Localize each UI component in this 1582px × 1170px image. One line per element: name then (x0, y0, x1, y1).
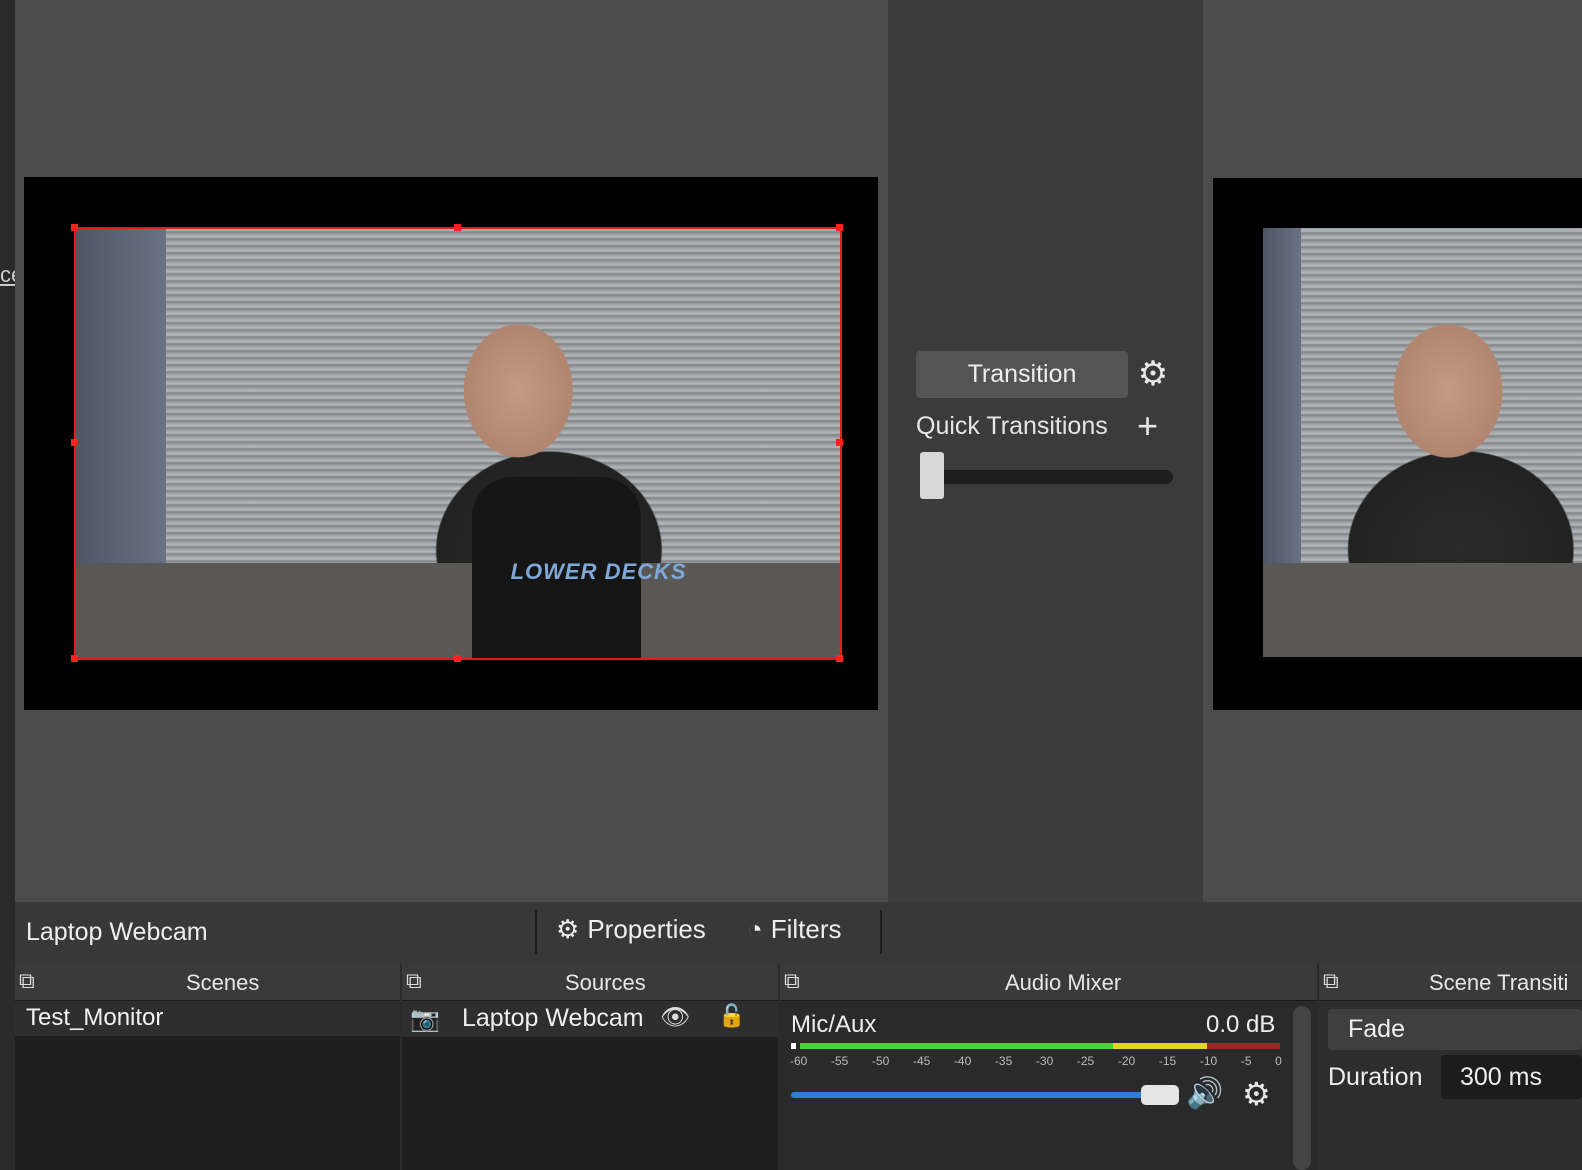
transition-slider-handle[interactable] (920, 452, 944, 499)
meter-tick-label: -55 (830, 1054, 849, 1068)
toolbar-divider (880, 910, 882, 954)
meter-tick-label: -40 (953, 1054, 972, 1068)
meter-tick-label: -45 (912, 1054, 931, 1068)
meter-tick-label: -15 (1158, 1054, 1177, 1068)
audio-mixer-title: Audio Mixer (1005, 970, 1122, 995)
scenes-dock-header: ⧉ Scenes (15, 964, 400, 1001)
speaker-icon[interactable]: 🔊 (1186, 1076, 1223, 1111)
filters-icon: ◔ (747, 914, 763, 944)
meter-tick-label: 0 (1275, 1054, 1282, 1068)
mixer-channel-name: Mic/Aux (791, 1011, 877, 1038)
meter-tick-label: -35 (994, 1054, 1013, 1068)
resize-handle-br[interactable] (836, 655, 843, 662)
resize-handle-b[interactable] (454, 655, 461, 662)
transition-select[interactable]: Fade (1328, 1009, 1582, 1050)
dock-float-icon[interactable]: ⧉ (1323, 968, 1339, 994)
scene-item[interactable]: Test_Monitor (15, 1001, 400, 1036)
transition-select-value: Fade (1348, 1015, 1405, 1043)
program-webcam-image (1263, 228, 1582, 657)
resize-handle-t[interactable] (454, 224, 461, 231)
volume-slider-track[interactable] (791, 1092, 1161, 1098)
gear-icon[interactable]: ⚙ (1136, 357, 1170, 391)
resize-handle-bl[interactable] (71, 655, 78, 662)
meter-ticks: -60 -55 -50 -45 -40 -35 -30 -25 -20 -15 -10 -5 0 (790, 1050, 1282, 1072)
meter-tick-label: -10 (1199, 1054, 1218, 1068)
meter-peak-marker (791, 1043, 796, 1049)
left-edge-panel: ce (0, 0, 23, 905)
eye-icon[interactable]: 👁 (660, 1003, 690, 1032)
meter-tick-label: -25 (1076, 1054, 1095, 1068)
resize-handle-r[interactable] (836, 439, 843, 446)
duration-value: 300 ms (1460, 1063, 1542, 1091)
selected-source-name: Laptop Webcam (26, 918, 208, 946)
scene-transitions-dock-header: ⧉ Scene Transiti (1319, 964, 1582, 1001)
transition-slider-track[interactable] (920, 470, 1173, 484)
mixer-scrollbar[interactable] (1293, 1006, 1311, 1170)
scenes-title: Scenes (186, 970, 260, 995)
lock-icon[interactable]: 🔓 (718, 1003, 745, 1029)
meter-tick-label: -30 (1035, 1054, 1054, 1068)
sources-title: Sources (565, 970, 646, 995)
dock-float-icon[interactable]: ⧉ (784, 968, 800, 994)
volume-slider-handle[interactable] (1141, 1085, 1179, 1105)
resize-handle-tr[interactable] (836, 224, 843, 231)
audio-mixer-dock-header: ⧉ Audio Mixer (780, 964, 1317, 1001)
meter-tick-label: -60 (790, 1054, 808, 1068)
filters-label: Filters (770, 914, 842, 944)
resize-handle-l[interactable] (71, 439, 78, 446)
transition-button[interactable]: Transition (916, 351, 1128, 398)
dock-float-icon[interactable]: ⧉ (19, 968, 35, 994)
duration-input[interactable]: 300 ms (1441, 1055, 1582, 1099)
quick-transitions-label: Quick Transitions (916, 412, 1108, 440)
sources-dock-header: ⧉ Sources (402, 964, 778, 1001)
source-item-label: Laptop Webcam (462, 1004, 642, 1032)
selection-box[interactable] (74, 227, 842, 660)
mixer-level-readout: 0.0 dB (1206, 1011, 1276, 1038)
properties-button[interactable]: ⚙ Properties (556, 914, 706, 945)
duration-label: Duration (1328, 1063, 1423, 1091)
resize-handle-tl[interactable] (71, 224, 78, 231)
meter-tick-label: -5 (1240, 1054, 1252, 1068)
filters-button[interactable]: ◔ Filters (747, 914, 842, 945)
transition-column (888, 0, 1203, 902)
properties-label: Properties (587, 914, 706, 944)
volume-meter (800, 1043, 1280, 1049)
meter-tick-label: -20 (1117, 1054, 1136, 1068)
gear-icon: ⚙ (556, 914, 580, 944)
meter-tick-label: -50 (871, 1054, 890, 1068)
scene-transitions-title: Scene Transiti (1429, 970, 1569, 995)
toolbar-divider (535, 910, 537, 954)
dock-float-icon[interactable]: ⧉ (406, 968, 422, 994)
gear-icon[interactable]: ⚙ (1242, 1077, 1271, 1111)
scene-item-label: Test_Monitor (26, 1004, 164, 1031)
camera-icon: 📷 (410, 1006, 440, 1033)
plus-icon[interactable]: + (1137, 406, 1158, 446)
